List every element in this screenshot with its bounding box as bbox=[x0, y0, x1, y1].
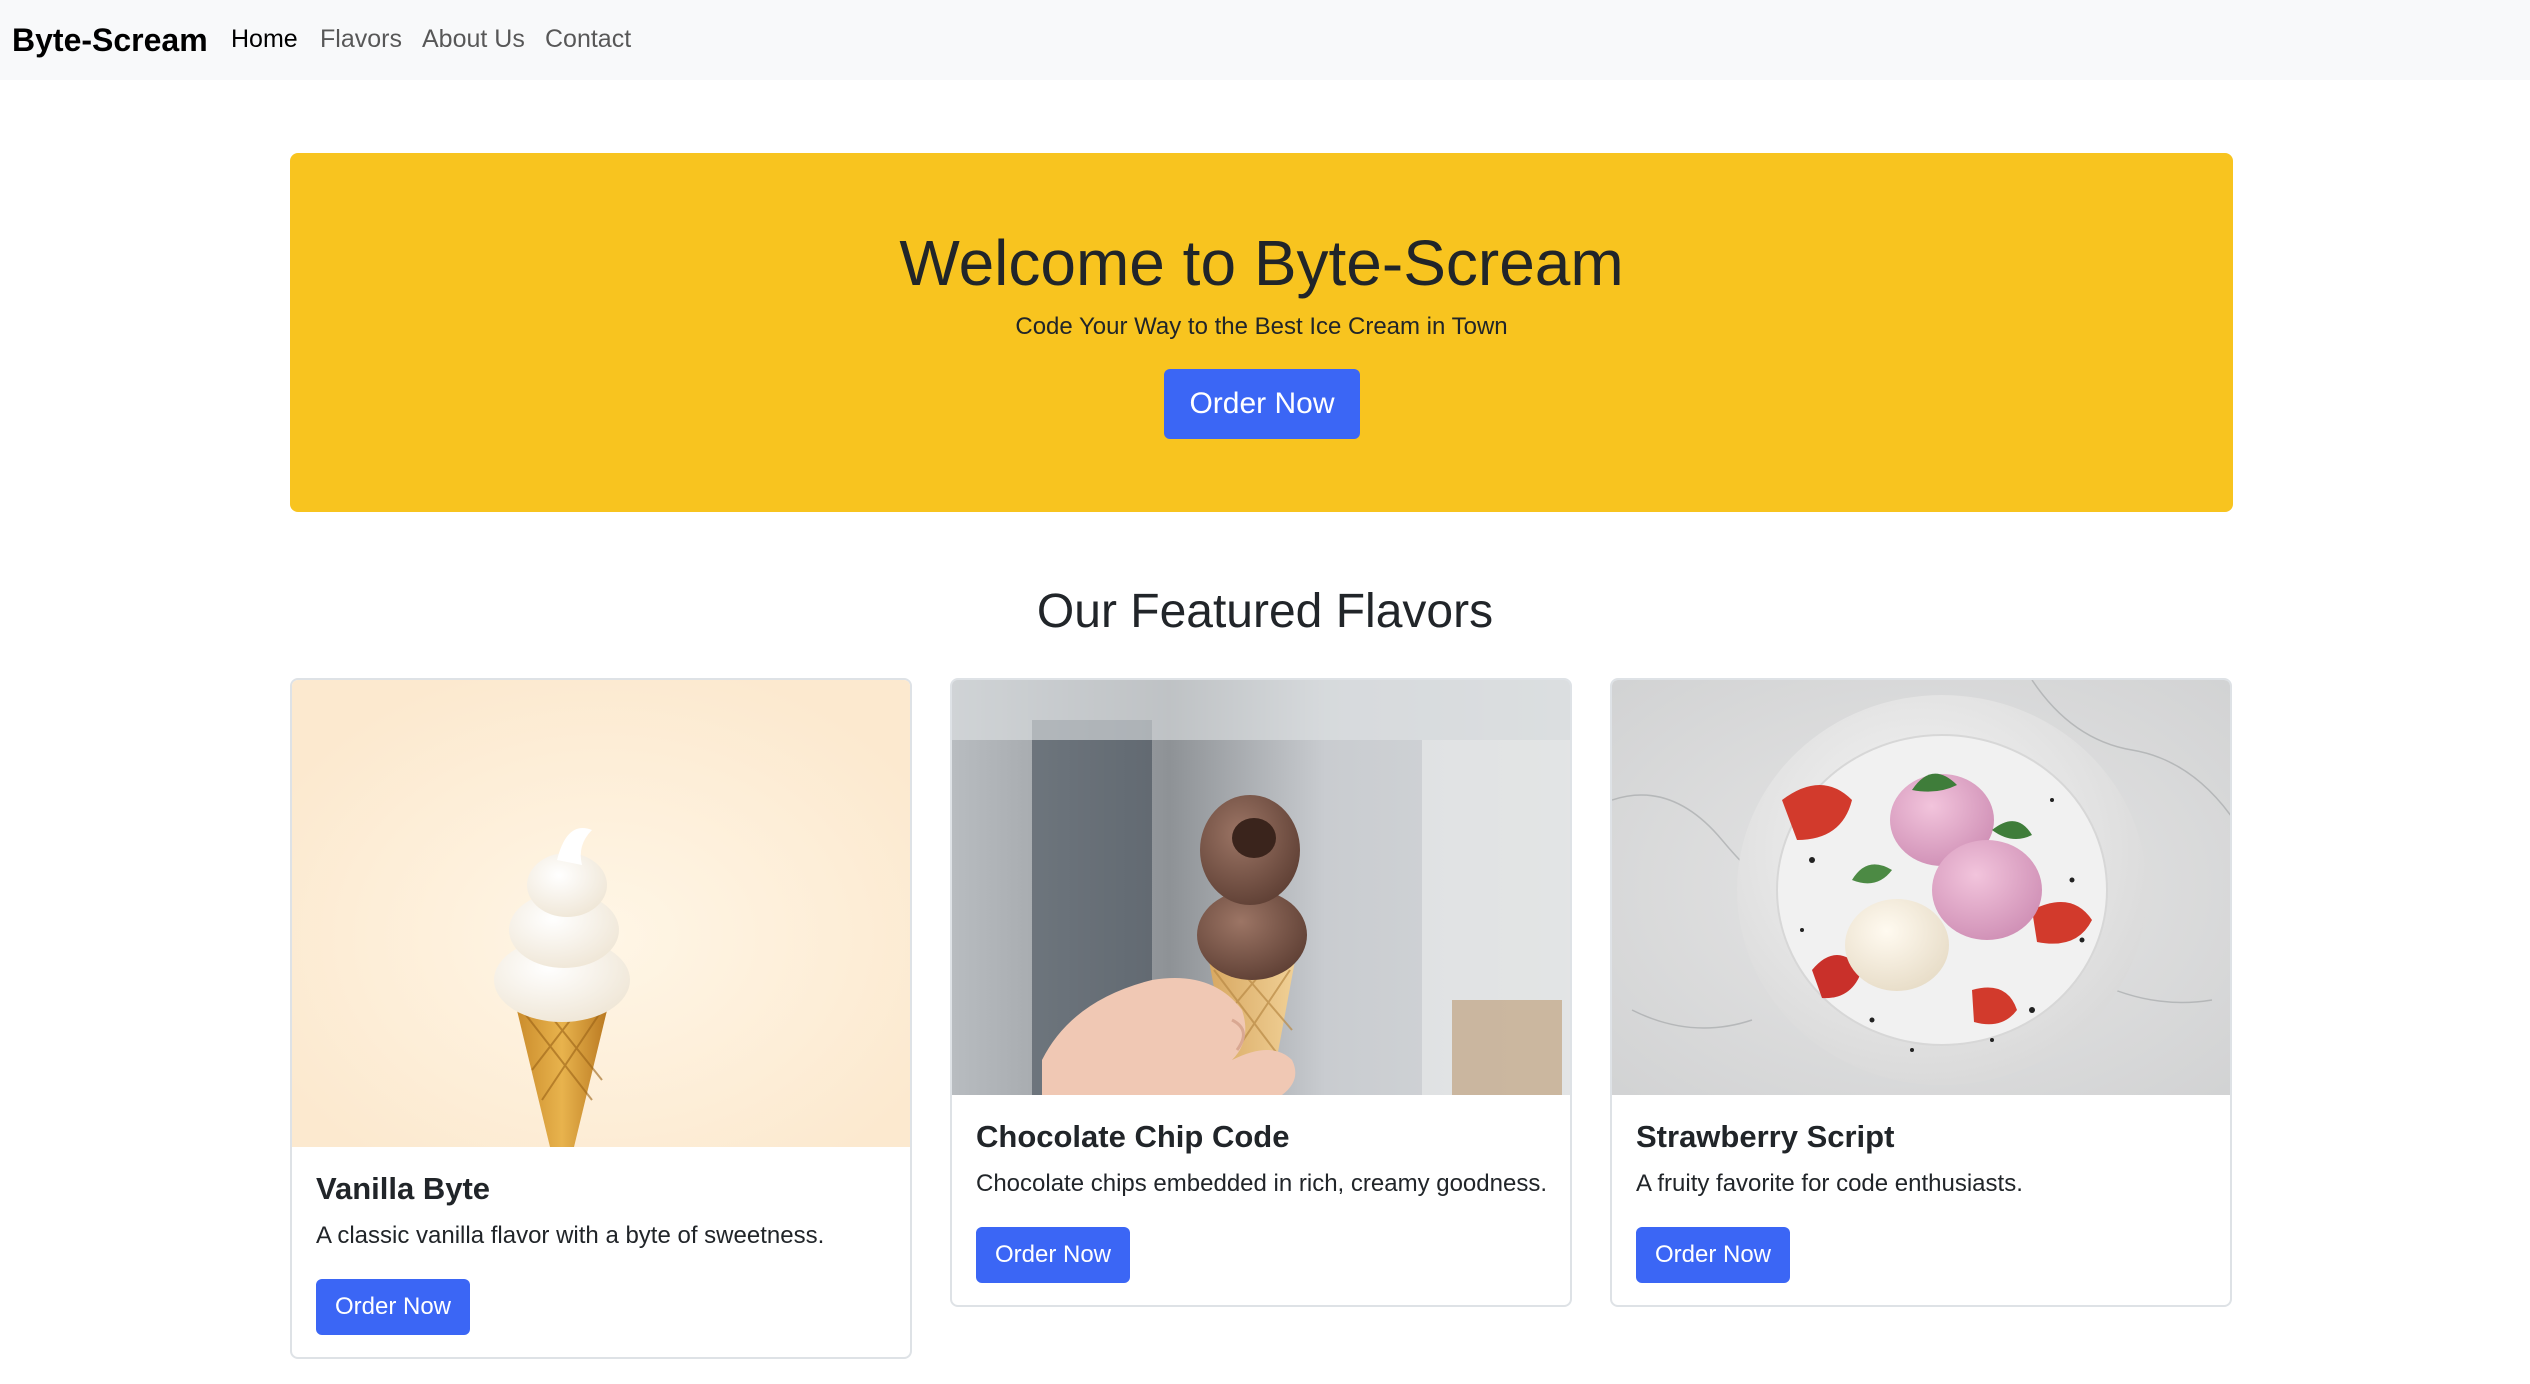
card-title: Chocolate Chip Code bbox=[976, 1119, 1290, 1154]
hero-subtitle: Code Your Way to the Best Ice Cream in T… bbox=[1015, 313, 1508, 340]
card-description: A classic vanilla flavor with a byte of … bbox=[316, 1222, 825, 1249]
card-title: Strawberry Script bbox=[1636, 1119, 1895, 1154]
hero-order-now-button[interactable]: Order Now bbox=[1164, 369, 1360, 439]
hero-title: Welcome to Byte-Scream bbox=[899, 227, 1624, 299]
chocolate-ice-cream-cone-in-hand-image bbox=[952, 680, 1570, 1095]
card-description: Chocolate chips embedded in rich, creamy… bbox=[976, 1170, 1547, 1197]
nav-link-home[interactable]: Home bbox=[231, 23, 298, 55]
nav-link-about-us[interactable]: About Us bbox=[422, 23, 525, 55]
vanilla-soft-serve-cone-image bbox=[292, 680, 910, 1147]
navbar: Byte-Scream Home Flavors About Us Contac… bbox=[0, 0, 2530, 80]
flavor-card-chocolate-chip-code: Chocolate Chip Code Chocolate chips embe… bbox=[950, 678, 1572, 1307]
brand-logo-text[interactable]: Byte-Scream bbox=[12, 20, 208, 60]
card-order-now-button[interactable]: Order Now bbox=[316, 1279, 470, 1335]
card-title: Vanilla Byte bbox=[316, 1171, 491, 1206]
featured-flavors-heading: Our Featured Flavors bbox=[1036, 585, 1494, 638]
hero-banner: Welcome to Byte-Scream Code Your Way to … bbox=[290, 153, 2233, 512]
flavor-card-vanilla-byte: Vanilla Byte A classic vanilla flavor wi… bbox=[290, 678, 912, 1359]
card-description: A fruity favorite for code enthusiasts. bbox=[1636, 1170, 2023, 1197]
strawberry-ice-cream-plate-image bbox=[1612, 680, 2230, 1095]
nav-link-flavors[interactable]: Flavors bbox=[320, 23, 402, 55]
flavor-card-strawberry-script: Strawberry Script A fruity favorite for … bbox=[1610, 678, 2232, 1307]
card-order-now-button[interactable]: Order Now bbox=[1636, 1227, 1790, 1283]
nav-link-contact[interactable]: Contact bbox=[545, 23, 631, 55]
card-order-now-button[interactable]: Order Now bbox=[976, 1227, 1130, 1283]
